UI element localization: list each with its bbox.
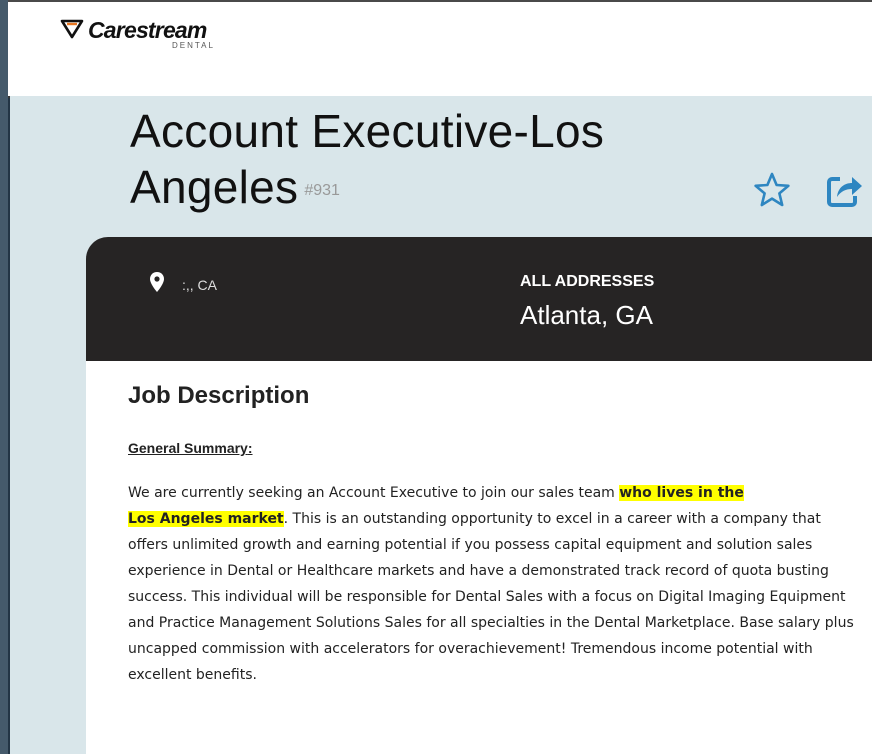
logo-text: Carestream (88, 17, 207, 43)
job-description-panel: Job Description General Summary: We are … (86, 361, 872, 754)
job-description-paragraph: We are currently seeking an Account Exec… (128, 480, 858, 688)
address-value: Atlanta, GA (520, 300, 653, 330)
general-summary-colon: : (247, 440, 253, 456)
share-icon (827, 177, 862, 207)
site-header: Carestream DENTAL (8, 2, 872, 98)
job-number: #931 (304, 181, 340, 199)
job-info-bar: :,, CA ALL ADDRESSES Atlanta, GA (86, 237, 872, 361)
all-addresses-label: ALL ADDRESSES (520, 273, 655, 290)
share-button[interactable] (824, 170, 864, 210)
carestream-logo[interactable]: Carestream DENTAL (60, 16, 260, 62)
star-outline-icon (754, 172, 790, 207)
general-summary-text: General Summary (128, 440, 248, 456)
highlight-who-lives: who lives in the (619, 485, 744, 501)
job-title: Account Executive-Los Angeles #931 (130, 103, 690, 219)
favorite-button[interactable] (752, 170, 792, 210)
job-title-line2: Angeles (130, 161, 299, 213)
logo-mark-icon (60, 19, 84, 39)
paragraph-body: This is an outstanding opportunity to ex… (128, 511, 854, 657)
general-summary-label: General Summary: (128, 440, 253, 456)
logo-subtext: DENTAL (172, 41, 215, 50)
job-content: Account Executive-Los Angeles #931 :,, CA… (10, 96, 872, 754)
job-description-heading: Job Description (128, 382, 310, 409)
paragraph-end: excellent benefits. (128, 667, 257, 683)
highlight-la-market: Los Angeles market (128, 511, 284, 527)
job-location: :,, CA (182, 277, 218, 293)
paragraph-intro: We are currently seeking an Account Exec… (128, 485, 620, 501)
map-pin-icon (150, 272, 164, 292)
job-title-line1: Account Executive-Los (130, 105, 605, 157)
window-frame-left (0, 0, 8, 754)
